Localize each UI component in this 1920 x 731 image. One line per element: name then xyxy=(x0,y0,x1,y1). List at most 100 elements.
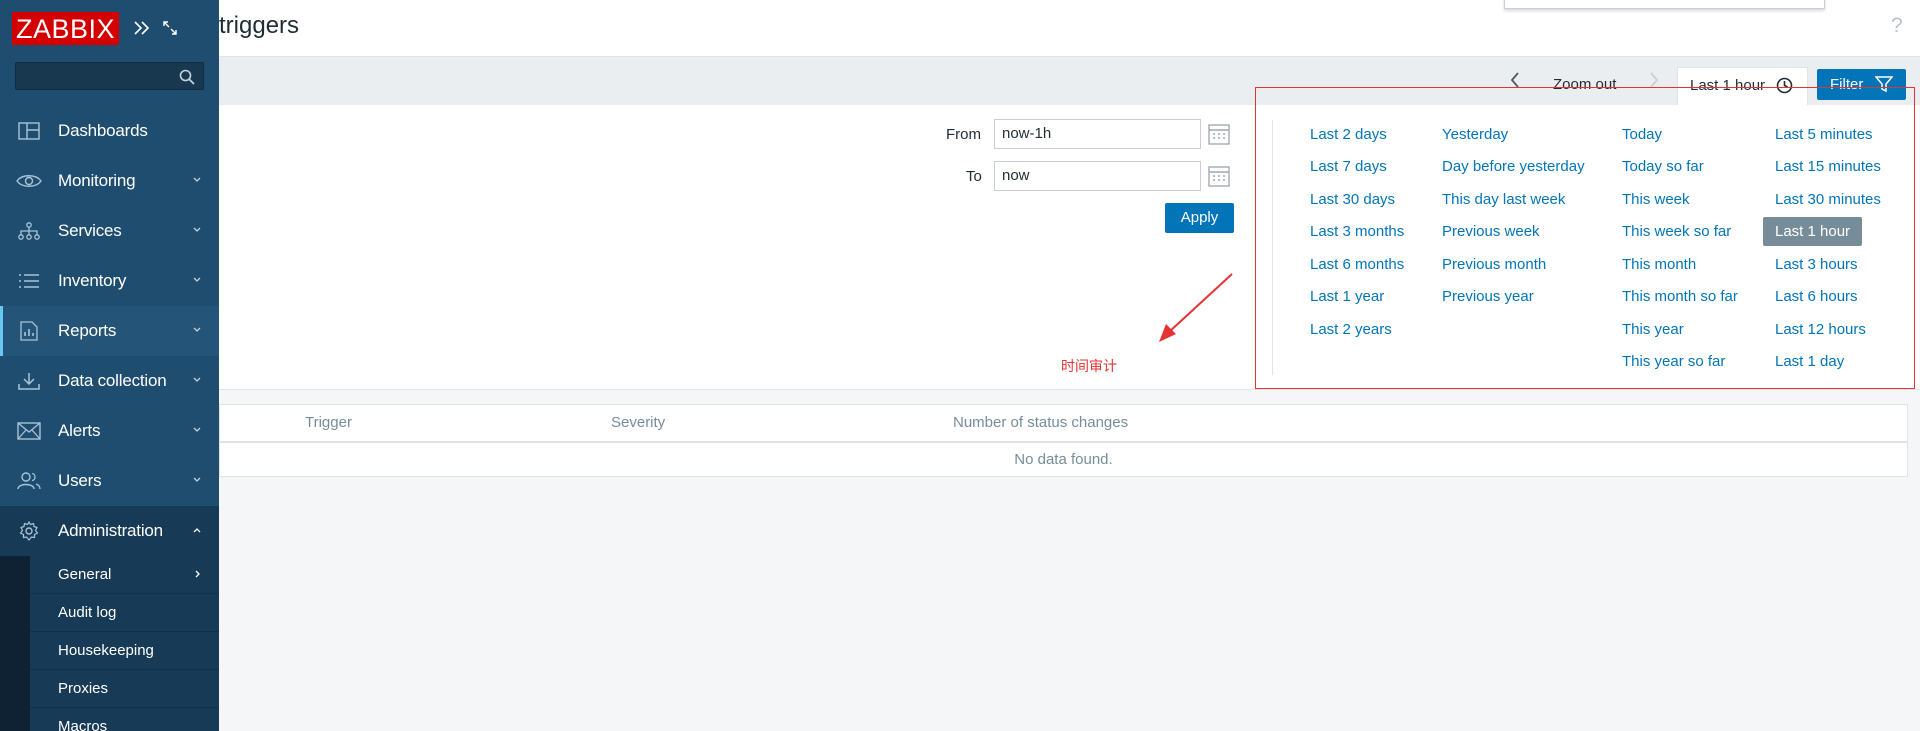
menu-item-alerts[interactable]: Alerts xyxy=(0,406,219,456)
quick-range-link[interactable]: Last 1 day xyxy=(1775,353,1844,370)
to-input[interactable]: now xyxy=(994,161,1201,191)
quick-range-link[interactable]: This week xyxy=(1622,191,1690,208)
quick-range-link[interactable]: Day before yesterday xyxy=(1442,158,1585,175)
menu-item-dashboards[interactable]: Dashboards xyxy=(0,106,219,156)
quick-range-link[interactable]: Last 7 days xyxy=(1310,158,1387,175)
quick-range-link[interactable]: Yesterday xyxy=(1442,126,1508,143)
menu-label: Alerts xyxy=(58,421,101,440)
calendar-icon[interactable] xyxy=(1208,165,1230,187)
collapse-sidebar-icon[interactable] xyxy=(129,15,155,41)
dashboard-icon xyxy=(0,122,58,140)
submenu-label: Housekeeping xyxy=(58,642,154,659)
menu-item-users[interactable]: Users xyxy=(0,456,219,506)
quick-range-link[interactable]: Today xyxy=(1622,126,1662,143)
submenu-label: General xyxy=(58,566,112,583)
quick-range-link[interactable]: Last 30 minutes xyxy=(1775,191,1881,208)
calendar-icon[interactable] xyxy=(1208,123,1230,145)
quick-range-link[interactable]: Last 2 years xyxy=(1310,321,1392,338)
menu-label: Services xyxy=(58,221,122,240)
quick-range-link[interactable]: Previous month xyxy=(1442,256,1546,273)
quick-range-link[interactable]: Last 6 months xyxy=(1310,256,1404,273)
quick-range-link[interactable]: Last 15 minutes xyxy=(1775,158,1881,175)
table-header-divider xyxy=(220,441,1907,443)
chevron-up-icon xyxy=(193,528,201,533)
quick-range-link[interactable]: Last 3 hours xyxy=(1775,256,1858,273)
kiosk-mode-icon[interactable] xyxy=(157,15,183,41)
chevron-down-icon xyxy=(193,427,201,432)
submenu-item-macros[interactable]: Macros xyxy=(30,708,219,731)
column-header-status-changes[interactable]: Number of status changes xyxy=(953,414,1128,431)
menu-item-data-collection[interactable]: Data collection xyxy=(0,356,219,406)
funnel-icon xyxy=(1875,76,1893,93)
quick-range-link[interactable]: Last 30 days xyxy=(1310,191,1395,208)
menu-label: Reports xyxy=(58,321,117,340)
logo-row: ZABBIX xyxy=(0,0,219,56)
report-icon xyxy=(0,321,58,341)
quick-range-link[interactable]: Last 6 hours xyxy=(1775,288,1858,305)
quick-range-link[interactable]: Last 3 months xyxy=(1310,223,1404,240)
menu-label: Dashboards xyxy=(58,121,148,140)
divider xyxy=(1272,120,1273,375)
quick-range-link[interactable]: Today so far xyxy=(1622,158,1704,175)
chevron-down-icon xyxy=(193,277,201,282)
quick-range-link[interactable]: This month xyxy=(1622,256,1696,273)
eye-icon xyxy=(0,173,58,189)
apply-button[interactable]: Apply xyxy=(1165,203,1234,233)
gear-icon xyxy=(0,521,58,541)
quick-range-link[interactable]: This day last week xyxy=(1442,191,1565,208)
quick-range-link[interactable]: This year so far xyxy=(1622,353,1725,370)
quick-range-link[interactable]: Last 5 minutes xyxy=(1775,126,1873,143)
zoom-out-button[interactable]: Zoom out xyxy=(1553,76,1616,93)
from-input[interactable]: now-1h xyxy=(994,119,1201,149)
menu-label: Inventory xyxy=(58,271,127,290)
users-icon xyxy=(0,472,58,490)
page-header: triggers ? xyxy=(219,0,1920,57)
chevron-down-icon xyxy=(193,177,201,182)
search-icon[interactable] xyxy=(179,69,195,85)
results-table: Trigger Severity Number of status change… xyxy=(219,404,1908,477)
menu-item-monitoring[interactable]: Monitoring xyxy=(0,156,219,206)
menu-item-inventory[interactable]: Inventory xyxy=(0,256,219,306)
menu-label: Data collection xyxy=(58,371,167,390)
chevron-down-icon xyxy=(193,327,201,332)
submenu-label: Proxies xyxy=(58,680,109,697)
chevron-down-icon xyxy=(193,377,201,382)
quick-range-link[interactable]: This week so far xyxy=(1622,223,1731,240)
column-header-severity[interactable]: Severity xyxy=(611,414,665,431)
time-period-tab[interactable]: Last 1 hour xyxy=(1677,67,1808,106)
chevron-right-icon xyxy=(195,570,200,578)
administration-submenu: General Audit log Housekeeping Proxies M… xyxy=(0,556,219,731)
submenu-item-general[interactable]: General xyxy=(30,556,219,594)
page-title: triggers xyxy=(219,12,300,39)
help-icon[interactable]: ? xyxy=(1891,14,1903,38)
quick-range-link[interactable]: Last 12 hours xyxy=(1775,321,1866,338)
quick-range-link[interactable]: Last 2 days xyxy=(1310,126,1387,143)
previous-period-icon[interactable] xyxy=(1509,70,1521,90)
quick-range-link[interactable]: This year xyxy=(1622,321,1684,338)
filter-label: Filter xyxy=(1830,76,1864,93)
menu-item-administration[interactable]: Administration xyxy=(0,506,219,556)
menu-label: Administration xyxy=(58,521,163,540)
submenu-item-housekeeping[interactable]: Housekeeping xyxy=(30,632,219,670)
quick-range-link-selected[interactable]: Last 1 hour xyxy=(1763,217,1863,246)
no-data-message: No data found. xyxy=(1014,451,1113,468)
submenu-item-audit-log[interactable]: Audit log xyxy=(30,594,219,632)
list-icon xyxy=(0,273,58,289)
menu-item-reports[interactable]: Reports xyxy=(0,306,219,356)
sitemap-icon xyxy=(0,222,58,240)
quick-range-link[interactable]: Last 1 year xyxy=(1310,288,1384,305)
menu-item-services[interactable]: Services xyxy=(0,206,219,256)
filter-tab-button[interactable]: Filter xyxy=(1817,69,1906,100)
next-period-icon[interactable] xyxy=(1648,70,1660,90)
chevron-down-icon xyxy=(193,477,201,482)
quick-range-link[interactable]: This month so far xyxy=(1622,288,1738,305)
quick-range-link[interactable]: Previous week xyxy=(1442,223,1540,240)
zabbix-logo[interactable]: ZABBIX xyxy=(12,11,120,45)
sidebar: ZABBIX Dashboards Monitoring Services In… xyxy=(0,0,219,731)
envelope-icon xyxy=(0,422,58,440)
sidebar-search-input[interactable] xyxy=(15,62,204,90)
quick-range-link[interactable]: Previous year xyxy=(1442,288,1534,305)
column-header-trigger[interactable]: Trigger xyxy=(305,414,352,431)
submenu-item-proxies[interactable]: Proxies xyxy=(30,670,219,708)
clock-icon xyxy=(1776,77,1793,94)
